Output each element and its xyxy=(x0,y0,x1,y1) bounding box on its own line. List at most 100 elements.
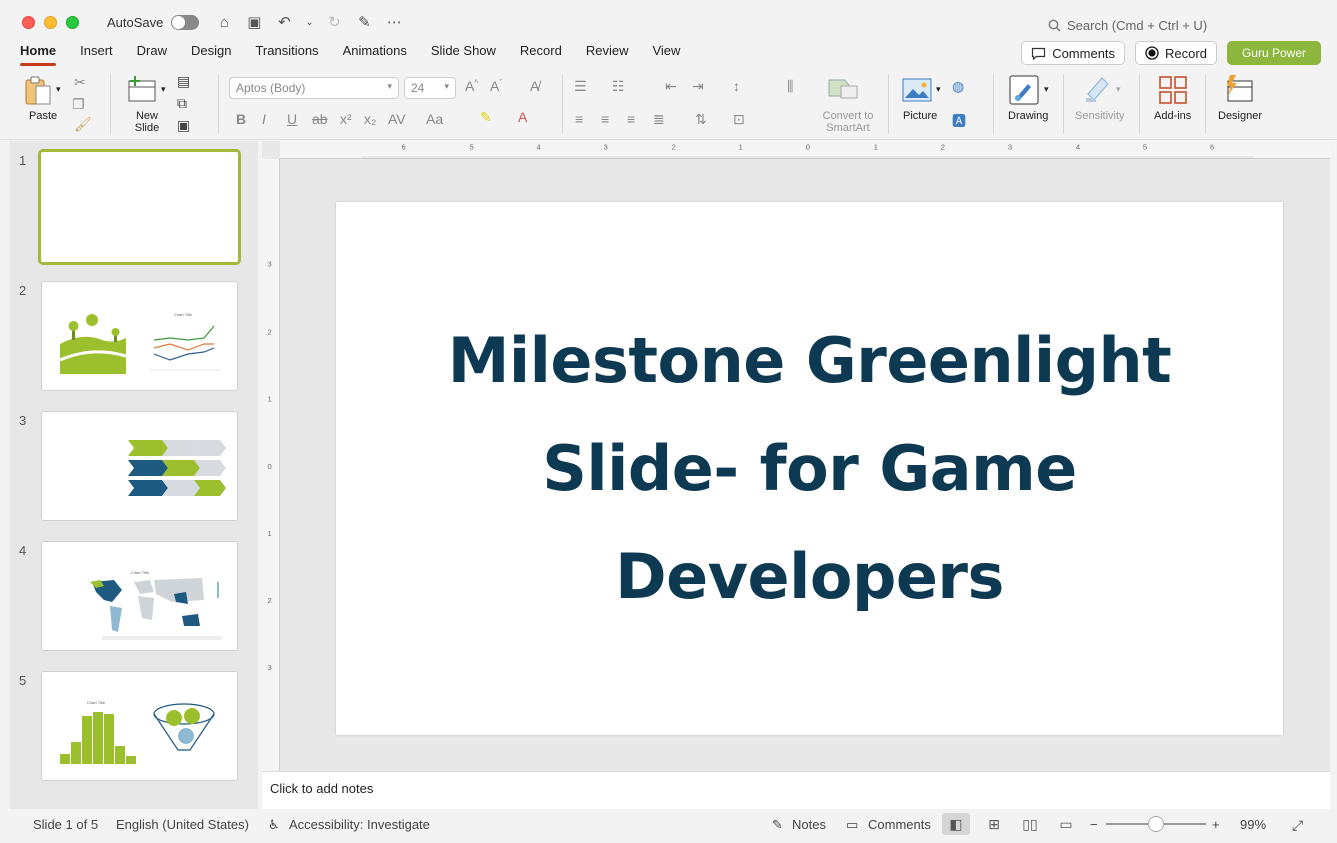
notes-button[interactable]: Notes xyxy=(792,817,826,832)
highlight-icon[interactable]: ✎ xyxy=(480,109,492,126)
reading-view-button[interactable]: ▯▯ xyxy=(1016,813,1044,835)
tab-review[interactable]: Review xyxy=(586,40,629,66)
slide-canvas[interactable]: Milestone Greenlight Slide- for Game Dev… xyxy=(336,202,1283,735)
tab-record[interactable]: Record xyxy=(520,40,562,66)
autosave-toggle[interactable] xyxy=(171,14,200,30)
format-icon[interactable]: ✎ xyxy=(355,13,373,31)
sensitivity-icon[interactable] xyxy=(1084,74,1112,104)
align-text-icon[interactable]: ⊡ xyxy=(733,111,745,128)
bold-icon[interactable]: B xyxy=(236,111,246,127)
format-painter-icon[interactable]: 🖌 xyxy=(74,116,92,133)
reading-view-icon: ▯▯ xyxy=(1022,815,1038,832)
underline-icon[interactable]: U xyxy=(287,111,297,127)
align-left-icon[interactable]: ≡ xyxy=(575,111,583,127)
slide-title[interactable]: Milestone Greenlight Slide- for Game Dev… xyxy=(380,307,1240,631)
slide-thumbnail-1[interactable] xyxy=(38,149,241,265)
character-spacing-icon[interactable]: AV xyxy=(388,111,406,127)
shrink-font-icon[interactable]: Aˇ xyxy=(490,78,502,94)
grow-font-icon[interactable]: A^ xyxy=(465,78,478,94)
numbering-icon[interactable]: ☷ xyxy=(612,78,625,95)
slide-sorter-button[interactable]: ⊞ xyxy=(980,813,1008,835)
tab-draw[interactable]: Draw xyxy=(137,40,167,66)
comments-button[interactable]: Comments xyxy=(1021,41,1126,65)
reset-icon[interactable]: ⧉ xyxy=(177,95,187,112)
slide-thumbnail-3[interactable] xyxy=(41,411,238,521)
smartart-icon[interactable] xyxy=(827,76,859,100)
picture-dropdown-icon[interactable]: ▾ xyxy=(936,84,941,95)
drawing-icon[interactable] xyxy=(1008,74,1040,106)
comments-status-icon: ▭ xyxy=(846,817,859,832)
home-icon[interactable]: ⌂ xyxy=(215,14,233,31)
add-ins-icon[interactable] xyxy=(1158,75,1188,105)
layout-icon[interactable]: ▤ xyxy=(177,73,190,90)
section-icon[interactable]: ▣ xyxy=(177,117,190,134)
align-right-icon[interactable]: ≡ xyxy=(627,111,635,127)
strikethrough-icon[interactable]: ab xyxy=(312,111,328,127)
tab-transitions[interactable]: Transitions xyxy=(255,40,318,66)
comments-status-button[interactable]: Comments xyxy=(868,817,931,832)
zoom-slider-thumb[interactable] xyxy=(1148,816,1164,832)
change-case-icon[interactable]: Aa xyxy=(426,111,443,127)
normal-view-button[interactable]: ◧ xyxy=(942,813,970,835)
search-box[interactable]: Search (Cmd + Ctrl + U) xyxy=(1048,18,1207,33)
record-button[interactable]: Record xyxy=(1135,41,1217,65)
minimize-window-button[interactable] xyxy=(44,15,57,29)
designer-icon[interactable] xyxy=(1224,73,1256,105)
sensitivity-dropdown-icon[interactable]: ▾ xyxy=(1116,84,1121,95)
guru-power-button[interactable]: Guru Power xyxy=(1226,41,1321,65)
zoom-window-button[interactable] xyxy=(66,15,79,29)
font-name-select[interactable]: Aptos (Body) ▾ xyxy=(229,77,399,99)
align-center-icon[interactable]: ≡ xyxy=(601,111,609,127)
notes-pane[interactable]: Click to add notes xyxy=(262,771,1330,809)
undo-dropdown-icon[interactable]: ⌄ xyxy=(305,17,313,28)
slide-thumbnail-5[interactable]: Chart Title xyxy=(41,671,238,781)
autosave-control[interactable]: AutoSave xyxy=(107,14,200,30)
subscript-icon[interactable]: x₂ xyxy=(364,111,376,127)
line-spacing-icon[interactable]: ↕ xyxy=(733,78,740,94)
italic-icon[interactable]: I xyxy=(262,111,266,127)
slide-show-button[interactable]: ▭ xyxy=(1052,813,1080,835)
justify-icon[interactable]: ≣ xyxy=(653,111,665,128)
decrease-indent-icon[interactable]: ⇤ xyxy=(665,78,677,95)
superscript-icon[interactable]: x² xyxy=(340,111,352,127)
slide-thumbnail-4[interactable]: Chart Title xyxy=(41,541,238,651)
zoom-out-button[interactable]: − xyxy=(1090,817,1098,832)
tab-design[interactable]: Design xyxy=(191,40,231,66)
tab-animations[interactable]: Animations xyxy=(343,40,407,66)
paste-label: Paste xyxy=(29,110,58,122)
language-status[interactable]: English (United States) xyxy=(116,817,249,832)
shapes-icon[interactable]: ◍ xyxy=(952,78,964,95)
bullets-icon[interactable]: ☰ xyxy=(574,78,587,95)
zoom-level[interactable]: 99% xyxy=(1240,817,1266,832)
tab-slide-show[interactable]: Slide Show xyxy=(431,40,496,66)
text-direction-icon[interactable]: ⇅ xyxy=(695,111,707,128)
fit-to-window-icon[interactable]: ⤢ xyxy=(1292,817,1303,834)
paste-icon[interactable] xyxy=(24,76,56,106)
new-slide-dropdown-icon[interactable]: ▾ xyxy=(161,84,166,95)
more-icon[interactable]: ⋯ xyxy=(385,13,403,31)
font-color-icon[interactable]: A xyxy=(518,109,527,125)
accessibility-status[interactable]: Accessibility: Investigate xyxy=(289,817,430,832)
increase-indent-icon[interactable]: ⇥ xyxy=(692,78,704,95)
tab-home[interactable]: Home xyxy=(20,40,57,66)
tab-insert[interactable]: Insert xyxy=(80,40,113,66)
picture-icon[interactable] xyxy=(902,78,932,102)
new-slide-icon[interactable] xyxy=(126,76,158,104)
tab-view[interactable]: View xyxy=(652,40,680,66)
slide-thumbnail-2[interactable]: Chart Title xyxy=(41,281,238,391)
columns-icon[interactable]: ⫼ xyxy=(787,78,793,95)
svg-text:2: 2 xyxy=(941,143,945,152)
undo-icon[interactable]: ↶ xyxy=(275,13,293,31)
close-window-button[interactable] xyxy=(22,15,35,29)
drawing-dropdown-icon[interactable]: ▾ xyxy=(1044,84,1049,95)
text-box-icon[interactable]: 🅰 xyxy=(952,111,966,131)
zoom-in-button[interactable]: + xyxy=(1212,817,1220,832)
paste-dropdown-icon[interactable]: ▾ xyxy=(56,84,61,95)
clear-formatting-icon[interactable]: A̸ xyxy=(530,78,539,94)
cut-icon[interactable]: ✂ xyxy=(74,74,86,91)
redo-icon[interactable]: ↻ xyxy=(325,13,343,31)
font-size-select[interactable]: 24 ▾ xyxy=(404,77,456,99)
save-icon[interactable]: ▣ xyxy=(245,13,263,31)
copy-icon[interactable]: ❐ xyxy=(72,96,85,113)
svg-text:0: 0 xyxy=(267,462,271,471)
